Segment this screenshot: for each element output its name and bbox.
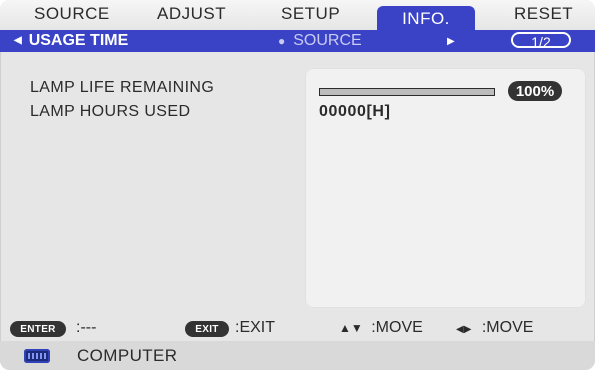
- lamp-life-progress-fill: [320, 89, 494, 95]
- bullet-icon: ●: [278, 34, 286, 48]
- menu-tabs: SOURCE ADJUST SETUP INFO. RESET: [0, 0, 595, 32]
- lamp-hours-used-label: LAMP HOURS USED: [30, 103, 191, 120]
- enter-key-icon: ENTER: [10, 321, 66, 337]
- current-source-label: COMPUTER: [77, 346, 178, 365]
- info-content: LAMP LIFE REMAINING LAMP HOURS USED 100%…: [10, 62, 586, 308]
- lamp-life-percent-badge: 100%: [508, 81, 562, 101]
- enter-hint-text: :---: [76, 319, 97, 336]
- left-arrow-icon: ◀: [14, 35, 22, 46]
- lamp-life-progress-bar: [319, 88, 495, 96]
- tab-setup[interactable]: SETUP: [281, 4, 340, 30]
- right-arrow-icon: ▶: [447, 36, 455, 47]
- exit-key-icon: EXIT: [185, 321, 229, 337]
- exit-hint-text: :EXIT: [235, 319, 276, 336]
- horizontal-move-text: :MOVE: [481, 319, 534, 336]
- values-panel: 100% 00000[H]: [305, 68, 586, 308]
- vertical-move-text: :MOVE: [371, 319, 423, 336]
- source-status-bar: COMPUTER: [0, 341, 595, 370]
- tab-adjust[interactable]: ADJUST: [157, 4, 226, 30]
- tab-info[interactable]: INFO.: [377, 6, 475, 32]
- subheader-current-item[interactable]: ◀ USAGE TIME: [14, 32, 128, 50]
- tab-reset[interactable]: RESET: [514, 4, 573, 30]
- lamp-hours-value: 00000[H]: [319, 103, 391, 120]
- page-indicator: 1/2: [511, 32, 571, 50]
- projector-osd-menu: SOURCE ADJUST SETUP INFO. RESET ◀ USAGE …: [0, 0, 595, 370]
- up-down-arrow-icon: ▲▼: [339, 321, 363, 335]
- subheader-current-label: USAGE TIME: [28, 32, 129, 49]
- computer-icon: [24, 349, 50, 363]
- info-subheader: ◀ USAGE TIME ● SOURCE ▶ 1/2: [0, 30, 595, 52]
- subheader-next-item[interactable]: ● SOURCE: [278, 32, 362, 50]
- horizontal-move-hint: ◀▶ :MOVE: [456, 319, 533, 337]
- subheader-next-label: SOURCE: [293, 32, 362, 49]
- key-hints: ENTER :--- EXIT :EXIT ▲▼ :MOVE ◀▶ :MOVE: [0, 317, 595, 341]
- lamp-life-remaining-label: LAMP LIFE REMAINING: [30, 79, 215, 96]
- vertical-move-hint: ▲▼ :MOVE: [339, 319, 423, 337]
- tab-source[interactable]: SOURCE: [34, 4, 110, 30]
- left-right-arrow-icon: ◀▶: [456, 324, 472, 335]
